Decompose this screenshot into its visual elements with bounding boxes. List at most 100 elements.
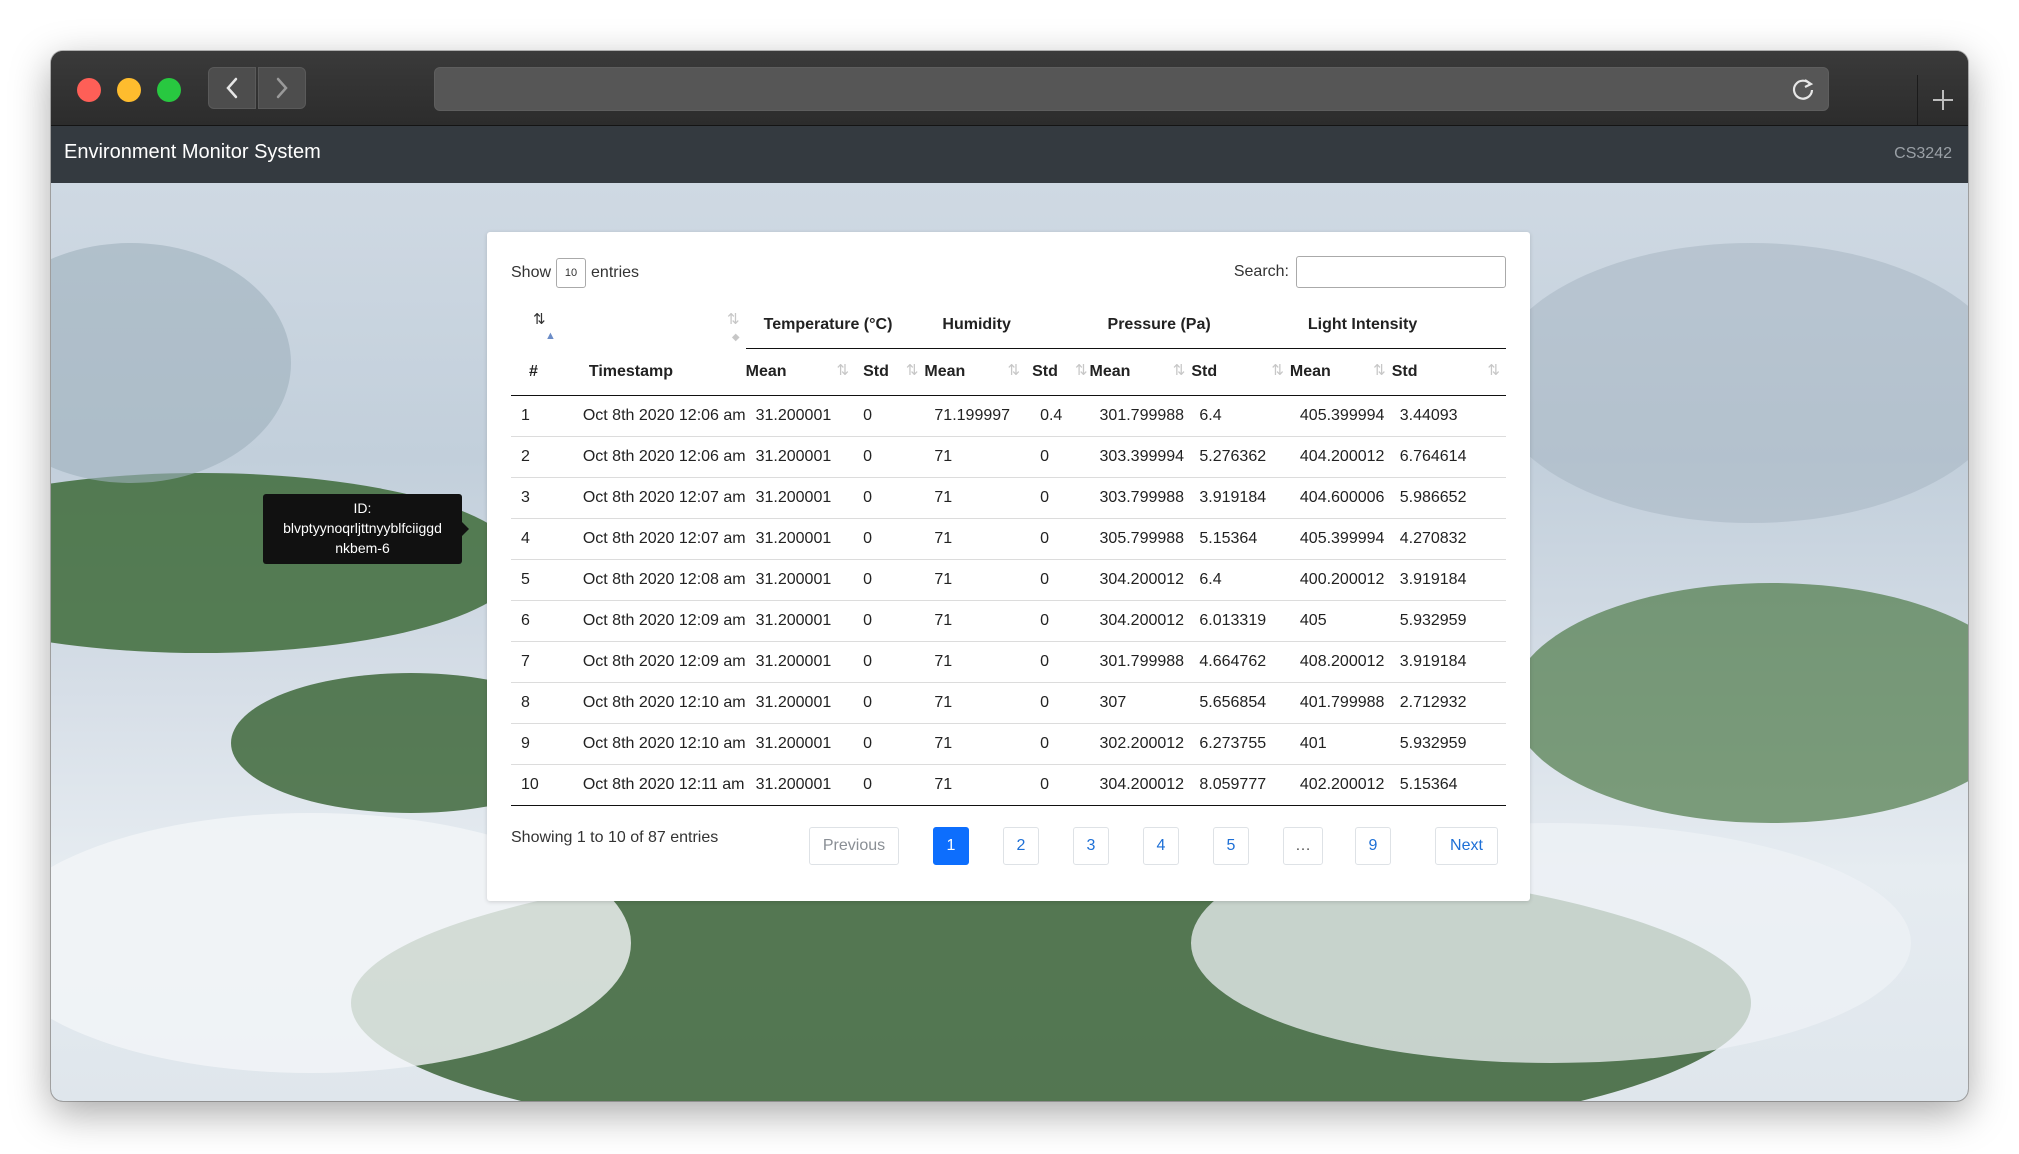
table-cell: 8	[511, 682, 547, 724]
table-cell: 8.059777	[1191, 764, 1290, 806]
table-cell: 71	[924, 518, 1027, 560]
next-page-button[interactable]: Next	[1435, 827, 1498, 865]
previous-page-button[interactable]: Previous	[809, 827, 899, 865]
page-button-5[interactable]: 5	[1213, 827, 1249, 865]
reload-button[interactable]	[1790, 76, 1816, 106]
page-button-4[interactable]: 4	[1143, 827, 1179, 865]
table-cell: 5.986652	[1391, 477, 1506, 519]
page-button-1[interactable]: 1	[933, 827, 969, 865]
column-header-label: #	[529, 362, 538, 380]
table-cell: 31.200001	[745, 723, 856, 765]
table-column-header-row: # Timestamp Mean ⇅ Std ⇅ Mean ⇅ Std ⇅ Mean ⇅ …	[511, 348, 1506, 396]
table-cell: 31.200001	[745, 436, 856, 478]
table-cell: Oct 8th 2020 12:09 am	[546, 641, 746, 683]
table-row[interactable]: 8 Oct 8th 2020 12:10 am 31.200001 0 71 0 307 5.…	[511, 682, 1506, 724]
sort-icon: ⇅	[1487, 362, 1500, 379]
column-header-label: Mean	[1089, 363, 1131, 380]
table-cell: 0	[1026, 723, 1090, 765]
column-header-humidity-mean[interactable]: Mean ⇅	[924, 348, 1027, 396]
table-row[interactable]: 1 Oct 8th 2020 12:06 am 31.200001 0 71.19999…	[511, 396, 1506, 437]
table-cell: 405	[1289, 600, 1392, 642]
tooltip-line: ID:	[353, 500, 372, 516]
table-cell: 31.200001	[745, 518, 856, 560]
app-navbar: Environment Monitor System CS3242	[51, 126, 1968, 183]
table-row[interactable]: 9 Oct 8th 2020 12:10 am 31.200001 0 71 0 302.2…	[511, 723, 1506, 765]
table-cell: 10	[511, 764, 547, 806]
column-header-label: Timestamp	[588, 362, 674, 380]
page-button-2[interactable]: 2	[1003, 827, 1039, 865]
table-cell: 0	[1026, 518, 1090, 560]
search-control: Search:	[1234, 256, 1506, 288]
column-header-humidity-std[interactable]: Std ⇅	[1026, 348, 1090, 396]
back-button[interactable]	[208, 67, 256, 109]
tooltip-line: nkbem-6	[335, 540, 390, 556]
table-cell: 307	[1089, 682, 1192, 724]
table-cell: Oct 8th 2020 12:06 am	[582, 407, 746, 424]
column-header-temp-std[interactable]: Std ⇅	[855, 348, 925, 396]
sort-icon: ⇅	[1007, 362, 1021, 379]
search-label: Search:	[1233, 263, 1289, 280]
column-header-index[interactable]: #	[511, 348, 547, 396]
page-button-3[interactable]: 3	[1073, 827, 1109, 865]
table-cell: 3	[511, 477, 547, 519]
table-cell: 6	[511, 600, 547, 642]
table-cell: 301.799988	[1089, 641, 1192, 683]
table-cell: 6.4	[1191, 559, 1290, 601]
chevron-right-icon	[276, 77, 288, 99]
column-header-light-std[interactable]: Std ⇅	[1391, 348, 1506, 396]
table-cell: 303.799988	[1089, 477, 1192, 519]
column-header-light-mean[interactable]: Mean ⇅	[1289, 348, 1392, 396]
search-input[interactable]	[1296, 256, 1506, 288]
column-header-timestamp[interactable]: Timestamp	[546, 348, 746, 396]
table-cell: 71	[924, 600, 1027, 642]
table-cell: 0	[855, 682, 925, 724]
table-cell: 5.932959	[1391, 723, 1506, 765]
forward-button[interactable]	[258, 67, 306, 109]
table-cell: 3.44093	[1399, 407, 1458, 424]
entries-prefix-label: Show	[511, 264, 552, 281]
table-cell: 1	[521, 407, 530, 424]
sort-icon: ⇅	[905, 362, 919, 379]
table-row[interactable]: 3 Oct 8th 2020 12:07 am 31.200001 0 71 0 303.7…	[511, 477, 1506, 519]
address-bar[interactable]	[434, 67, 1829, 111]
table-cell: 5.15364	[1191, 518, 1290, 560]
table-cell: 408.200012	[1289, 641, 1392, 683]
entries-length-select[interactable]: 10	[556, 258, 587, 288]
maximize-window-button[interactable]	[157, 78, 181, 102]
column-header-label: Std	[1191, 363, 1218, 380]
column-header-pressure-mean[interactable]: Mean ⇅	[1089, 348, 1192, 396]
column-header-timestamp-sort[interactable]: ⇅ ◆	[547, 302, 746, 349]
column-header-label: Mean	[924, 363, 966, 380]
table-row[interactable]: 2 Oct 8th 2020 12:06 am 31.200001 0 71 0 303.3…	[511, 436, 1506, 478]
column-header-index-sort[interactable]: ⇅ ▲	[511, 302, 556, 349]
table-group-header-row: ⇅ ▲ ⇅ ◆ Temperature (°C) Humidity Pressu…	[511, 302, 1506, 349]
sort-icon: ⇅	[1271, 362, 1284, 379]
table-cell: 0	[1026, 600, 1090, 642]
close-window-button[interactable]	[77, 78, 101, 102]
column-header-label: Mean	[1289, 363, 1331, 380]
table-body: 1 Oct 8th 2020 12:06 am 31.200001 0 71.19999…	[511, 396, 1506, 806]
row-id-tooltip: ID: blvptyynoqrljttnyyblfciiggd nkbem-6	[263, 494, 469, 564]
table-cell: 404.200012	[1289, 436, 1392, 478]
table-row[interactable]: 4 Oct 8th 2020 12:07 am 31.200001 0 71 0 305.7…	[511, 518, 1506, 560]
column-header-pressure-std[interactable]: Std ⇅	[1191, 348, 1290, 396]
table-cell: 9	[511, 723, 547, 765]
page-button-9[interactable]: 9	[1355, 827, 1391, 865]
table-row[interactable]: 7 Oct 8th 2020 12:09 am 31.200001 0 71 0 301.7…	[511, 641, 1506, 683]
minimize-window-button[interactable]	[117, 78, 141, 102]
table-row[interactable]: 5 Oct 8th 2020 12:08 am 31.200001 0 71 0 304.2…	[511, 559, 1506, 601]
app-title[interactable]: Environment Monitor System	[64, 141, 321, 164]
table-cell: 400.200012	[1289, 559, 1392, 601]
table-row[interactable]: 6 Oct 8th 2020 12:09 am 31.200001 0 71 0 304.2…	[511, 600, 1506, 642]
group-header-temperature: Temperature (°C)	[745, 302, 925, 349]
table-cell: 405.399994	[1299, 407, 1385, 424]
table-row[interactable]: 10 Oct 8th 2020 12:11 am 31.200001 0 71 0 304.…	[511, 764, 1506, 806]
table-cell: 6.013319	[1191, 600, 1290, 642]
new-tab-button[interactable]	[1917, 75, 1968, 125]
column-header-temp-mean[interactable]: Mean ⇅	[745, 348, 856, 396]
table-cell: 405.399994	[1289, 518, 1392, 560]
table-cell: 303.399994	[1089, 436, 1192, 478]
table-cell: 0	[855, 764, 925, 806]
table-cell: 71	[924, 436, 1027, 478]
table-cell: 301.799988	[1099, 407, 1185, 424]
